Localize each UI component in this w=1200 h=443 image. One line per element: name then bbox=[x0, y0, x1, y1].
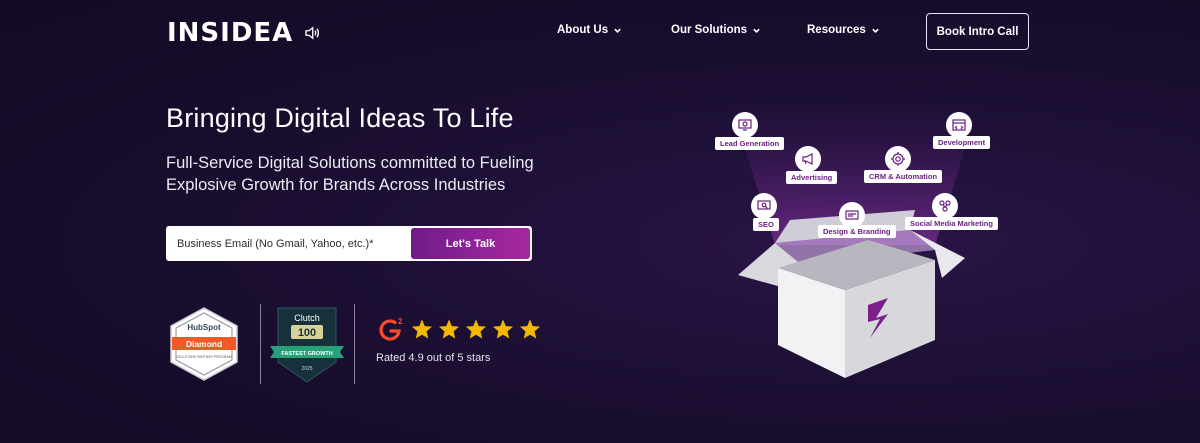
nav-resources[interactable]: Resources bbox=[807, 24, 880, 36]
nav-label: About Us bbox=[557, 24, 609, 36]
nav-our-solutions[interactable]: Our Solutions bbox=[671, 24, 761, 36]
nav-label: Resources bbox=[807, 24, 866, 36]
badge-divider bbox=[260, 304, 261, 384]
g2-rating: 2 bbox=[376, 314, 541, 344]
badge-divider bbox=[354, 304, 355, 384]
service-social-media-marketing: Social Media Marketing bbox=[905, 217, 998, 230]
lets-talk-button[interactable]: Let's Talk bbox=[411, 228, 530, 259]
hubspot-tier-text: Diamond bbox=[186, 339, 222, 349]
clutch-rank-text: 100 bbox=[298, 327, 316, 339]
star-icon bbox=[411, 319, 433, 339]
clutch-100-badge: Clutch 100 FASTEST GROWTH 2025 bbox=[270, 307, 344, 383]
star-icon bbox=[465, 319, 487, 339]
g2-rating-text: Rated 4.9 out of 5 stars bbox=[376, 352, 491, 364]
code-window-icon bbox=[946, 112, 972, 138]
service-crm-automation: CRM & Automation bbox=[864, 170, 943, 183]
star-icon bbox=[519, 319, 541, 339]
nav-label: Our Solutions bbox=[671, 24, 748, 36]
logo-text: INSIDEA bbox=[167, 18, 294, 48]
chevron-down-icon bbox=[872, 28, 879, 33]
svg-text:2: 2 bbox=[398, 317, 403, 326]
g2-logo-icon: 2 bbox=[379, 317, 403, 341]
clutch-year-text: 2025 bbox=[301, 366, 312, 372]
nav-about-us[interactable]: About Us bbox=[557, 24, 622, 36]
hero-title: Bringing Digital Ideas To Life bbox=[166, 103, 514, 133]
chevron-down-icon bbox=[753, 28, 760, 33]
social-network-icon bbox=[932, 193, 958, 219]
star-icon bbox=[492, 319, 514, 339]
monitor-target-icon bbox=[732, 112, 758, 138]
service-design-branding: Design & Branding bbox=[818, 225, 896, 238]
seo-search-icon bbox=[751, 193, 777, 219]
book-intro-call-button[interactable]: Book Intro Call bbox=[926, 13, 1029, 50]
email-form: Let's Talk bbox=[166, 226, 532, 261]
clutch-brand-text: Clutch bbox=[294, 313, 320, 323]
service-advertising: Advertising bbox=[786, 171, 838, 184]
hubspot-brand-text: HubSpot bbox=[187, 323, 221, 332]
hero-subtitle: Full-Service Digital Solutions committed… bbox=[166, 154, 534, 194]
brand-logo[interactable]: INSIDEA bbox=[167, 18, 321, 48]
hubspot-diamond-badge: HubSpot Diamond SOLUTIONS PARTNER PROGRA… bbox=[170, 307, 238, 381]
business-email-input[interactable] bbox=[168, 228, 411, 259]
service-lead-generation: Lead Generation bbox=[715, 137, 785, 150]
service-seo: SEO bbox=[753, 218, 779, 231]
star-icon bbox=[438, 319, 460, 339]
gear-cycle-icon bbox=[885, 146, 911, 172]
megaphone-icon bbox=[795, 146, 821, 172]
service-development: Development bbox=[933, 136, 991, 149]
services-box-illustration: Lead Generation Development Advertising … bbox=[690, 100, 1010, 390]
speaker-icon[interactable] bbox=[303, 24, 321, 42]
chevron-down-icon bbox=[614, 28, 621, 33]
hubspot-caption-text: SOLUTIONS PARTNER PROGRAM bbox=[177, 355, 232, 359]
clutch-ribbon-text: FASTEST GROWTH bbox=[281, 351, 332, 357]
